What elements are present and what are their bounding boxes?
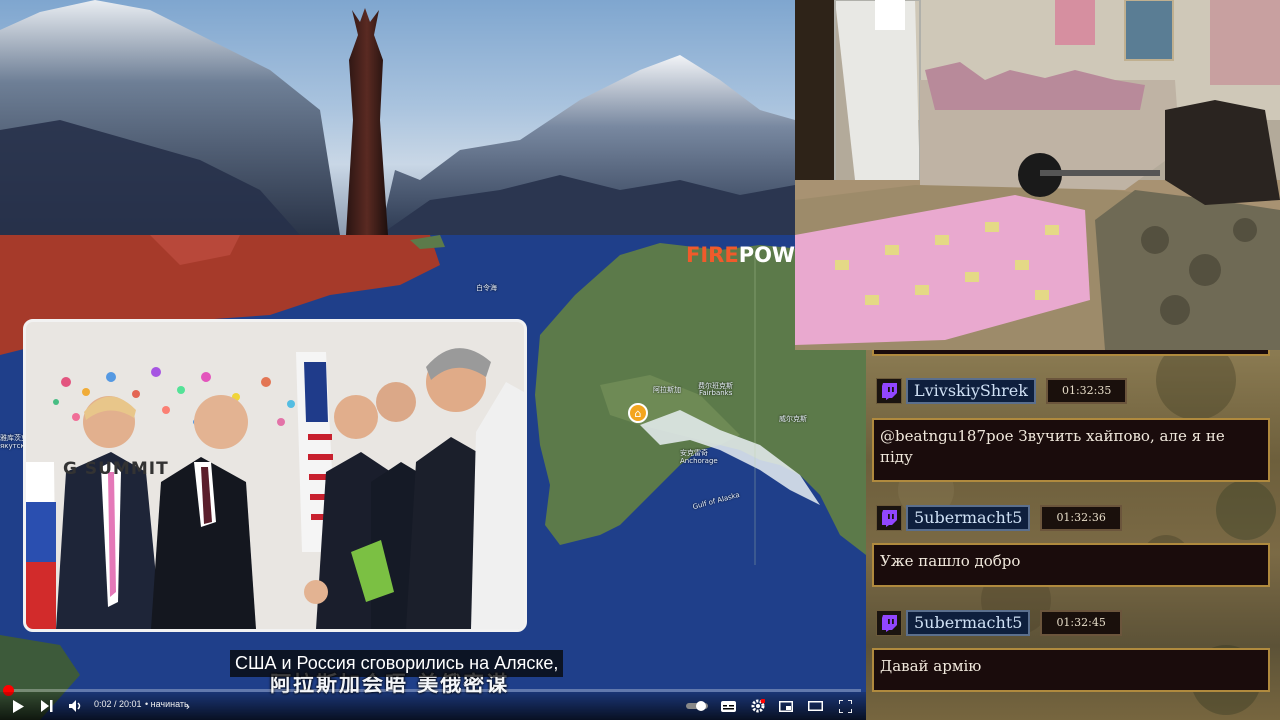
chat-username[interactable]: 5ubermacht5 xyxy=(906,610,1031,636)
map-label-bering: 白令海 xyxy=(476,284,497,292)
map-label-west-small: якутск xyxy=(0,442,25,450)
map-label-city-cn: 阿拉斯加 xyxy=(653,386,681,394)
player-controls: 0:02 / 20:01 • начинать › xyxy=(0,692,866,720)
chat-timestamp: 01:32:35 xyxy=(1045,378,1128,404)
chat-timestamp: 01:32:45 xyxy=(1040,610,1122,636)
chat-message-text: @beatngu187poe Звучить хайпово, але я не… xyxy=(872,418,1270,482)
map-label-anchorage: Anchorage xyxy=(680,457,718,465)
chat-message-header: LvivskiyShrek 01:32:35 xyxy=(876,378,1128,404)
chat-username[interactable]: LvivskiyShrek xyxy=(906,378,1036,404)
stream-chat: LvivskiyShrek 01:32:35 @beatngu187poe Зв… xyxy=(866,350,1280,720)
brand-logo: FIREPOW xyxy=(686,243,796,267)
miniplayer-icon[interactable] xyxy=(776,696,796,716)
chat-message-header: 5ubermacht5 01:32:36 xyxy=(876,505,1122,531)
mountain-illustration xyxy=(0,0,795,235)
map-label-fairbanks: Fairbanks xyxy=(699,389,733,397)
subtitles-icon[interactable] xyxy=(718,696,738,716)
twitch-icon xyxy=(876,610,902,636)
twitch-icon xyxy=(876,378,902,404)
play-icon[interactable] xyxy=(8,696,28,716)
webcam-room-illustration xyxy=(795,0,1280,350)
chat-previous-message-edge xyxy=(872,350,1270,356)
settings-icon[interactable] xyxy=(748,696,768,716)
volume-icon[interactable] xyxy=(66,696,86,716)
chat-message-text: Уже пашло добро xyxy=(872,543,1270,587)
mountain-scene xyxy=(0,0,795,235)
chat-timestamp: 01:32:36 xyxy=(1040,505,1122,531)
map-label-east: 威尔克斯 xyxy=(779,415,807,423)
chat-username[interactable]: 5ubermacht5 xyxy=(906,505,1031,531)
autoplay-toggle[interactable] xyxy=(685,696,709,716)
theater-icon[interactable] xyxy=(805,696,825,716)
summit-photo-inset: G SUMMIT xyxy=(23,319,527,632)
next-icon[interactable] xyxy=(37,696,57,716)
video-subtitle: США и Россия сговорились на Аляске, xyxy=(230,650,564,677)
chat-message-text: Давай армію xyxy=(872,648,1270,692)
fullscreen-icon[interactable] xyxy=(835,696,855,716)
home-pin-icon: ⌂ xyxy=(628,403,648,423)
chevron-right-icon[interactable]: › xyxy=(183,696,193,716)
time-display: 0:02 / 20:01 xyxy=(94,699,142,709)
twitch-icon xyxy=(876,505,902,531)
summit-banner-text: G SUMMIT xyxy=(63,459,169,479)
webcam-feed xyxy=(795,0,1280,350)
chat-message-header: 5ubermacht5 01:32:45 xyxy=(876,610,1122,636)
